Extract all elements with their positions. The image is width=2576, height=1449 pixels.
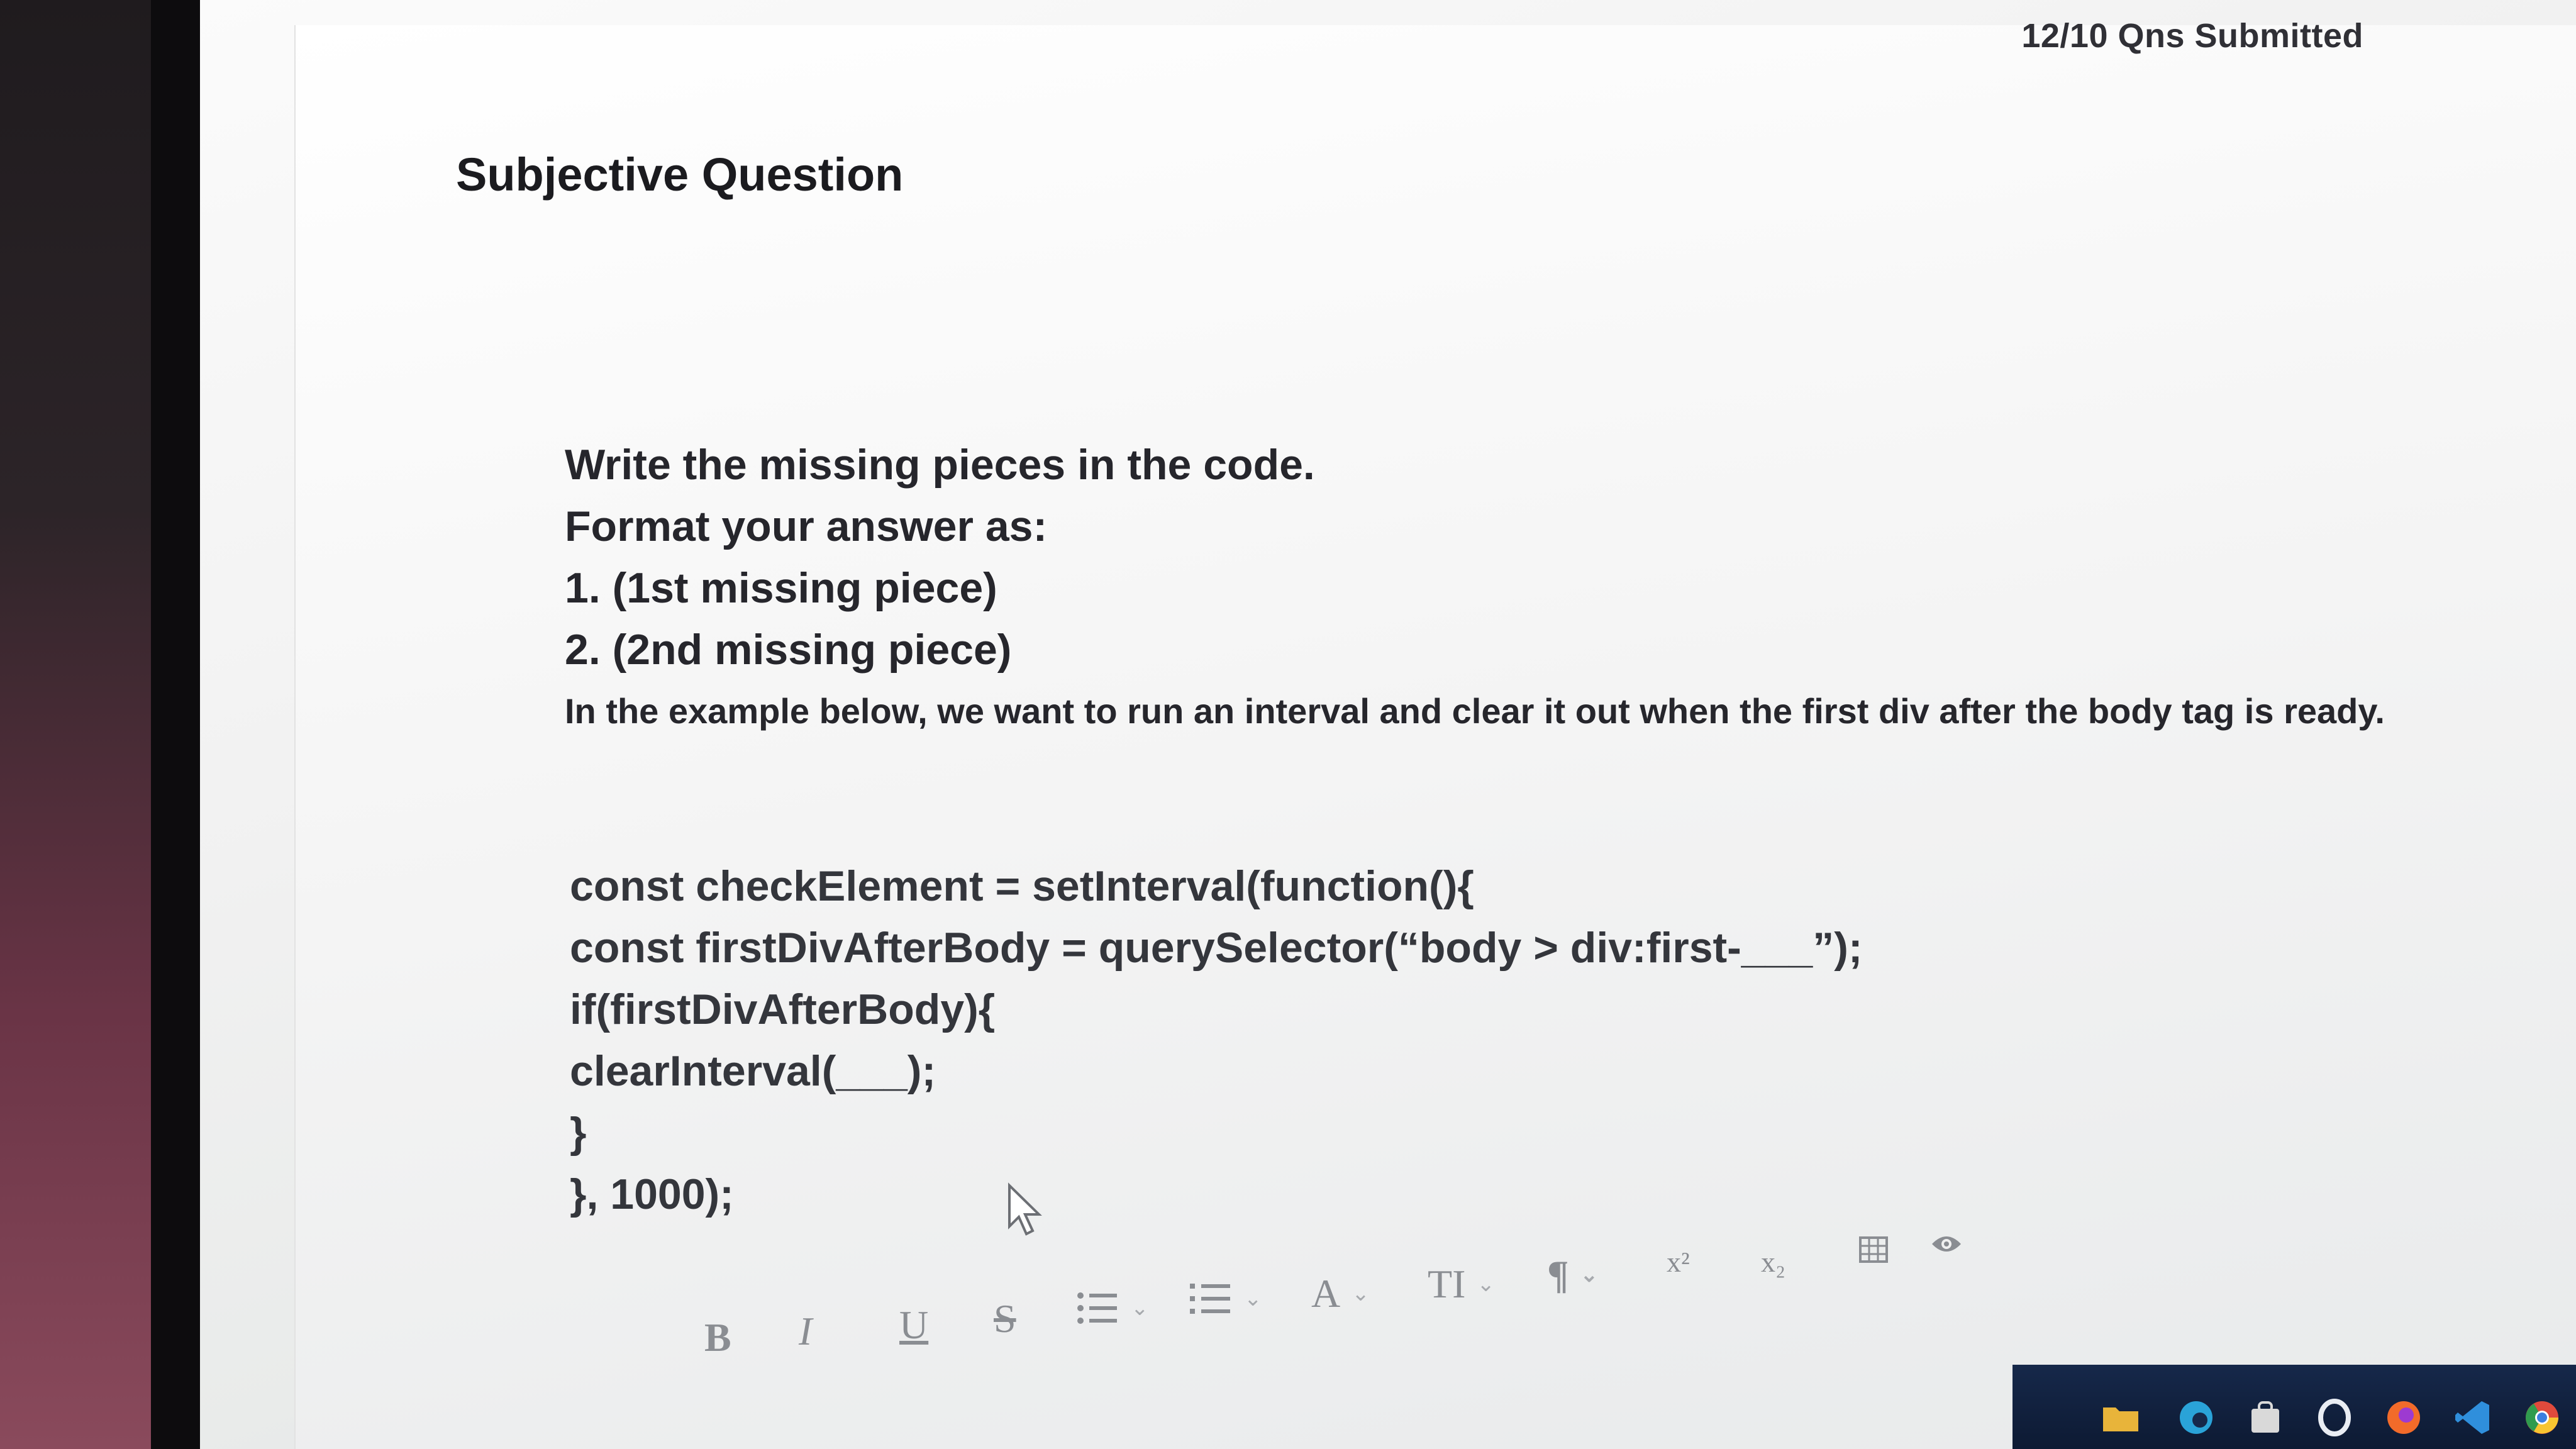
editor-toolbar: B I U S ⌄ ⌄ A ⌄ TI ⌄ ¶ ⌄ x² x₂ bbox=[698, 1220, 2270, 1384]
code-snippet: const checkElement = setInterval(functio… bbox=[570, 855, 2079, 1225]
firefox-icon[interactable] bbox=[2384, 1397, 2424, 1438]
prompt-line: 1. (1st missing piece) bbox=[565, 564, 997, 612]
text-size-icon[interactable]: TI ⌄ bbox=[1428, 1261, 1495, 1307]
prompt-line: Format your answer as: bbox=[565, 502, 1048, 550]
subscript-icon[interactable]: x₂ bbox=[1761, 1245, 1785, 1279]
opera-icon[interactable] bbox=[2314, 1397, 2355, 1438]
paragraph-label: ¶ bbox=[1547, 1252, 1569, 1297]
question-prompt: Write the missing pieces in the code. Fo… bbox=[565, 434, 2451, 742]
numbered-list-icon[interactable]: ⌄ bbox=[1189, 1280, 1262, 1318]
italic-icon[interactable]: I bbox=[799, 1308, 812, 1355]
text-size-label: TI bbox=[1428, 1262, 1466, 1306]
code-line: }, 1000); bbox=[570, 1170, 734, 1218]
screen: 12/10 Qns Submitted Subjective Question … bbox=[200, 0, 2576, 1449]
prompt-line: In the example below, we want to run an … bbox=[565, 691, 2385, 731]
bold-icon[interactable]: B bbox=[704, 1314, 731, 1361]
chrome-icon[interactable] bbox=[2522, 1397, 2562, 1438]
question-card: 12/10 Qns Submitted Subjective Question … bbox=[294, 17, 2576, 1449]
code-line: const checkElement = setInterval(functio… bbox=[570, 862, 1474, 910]
strikethrough-icon[interactable]: S bbox=[994, 1296, 1016, 1342]
taskbar bbox=[2012, 1365, 2576, 1449]
vscode-icon[interactable] bbox=[2453, 1397, 2493, 1438]
font-color-label: A bbox=[1311, 1271, 1341, 1316]
submission-progress: 12/10 Qns Submitted bbox=[2021, 17, 2363, 55]
prompt-line: 2. (2nd missing piece) bbox=[565, 626, 1012, 674]
font-color-icon[interactable]: A ⌄ bbox=[1311, 1270, 1370, 1317]
superscript-icon[interactable]: x² bbox=[1667, 1245, 1690, 1279]
underline-icon[interactable]: U bbox=[899, 1302, 928, 1348]
bullet-list-icon[interactable]: ⌄ bbox=[1075, 1289, 1149, 1327]
code-line: clearInterval(___); bbox=[570, 1047, 936, 1095]
paragraph-icon[interactable]: ¶ ⌄ bbox=[1547, 1252, 1598, 1298]
table-icon[interactable] bbox=[1858, 1236, 1889, 1263]
folder-icon[interactable] bbox=[2101, 1397, 2141, 1438]
preview-eye-icon[interactable] bbox=[1931, 1233, 1962, 1255]
section-title: Subjective Question bbox=[456, 148, 904, 201]
code-line: } bbox=[570, 1109, 587, 1157]
prompt-line: Write the missing pieces in the code. bbox=[565, 441, 1315, 489]
code-line: const firstDivAfterBody = querySelector(… bbox=[570, 924, 1863, 972]
code-line: if(firstDivAfterBody){ bbox=[570, 985, 996, 1033]
edge-browser-icon[interactable] bbox=[2176, 1397, 2216, 1438]
store-icon[interactable] bbox=[2245, 1397, 2285, 1438]
